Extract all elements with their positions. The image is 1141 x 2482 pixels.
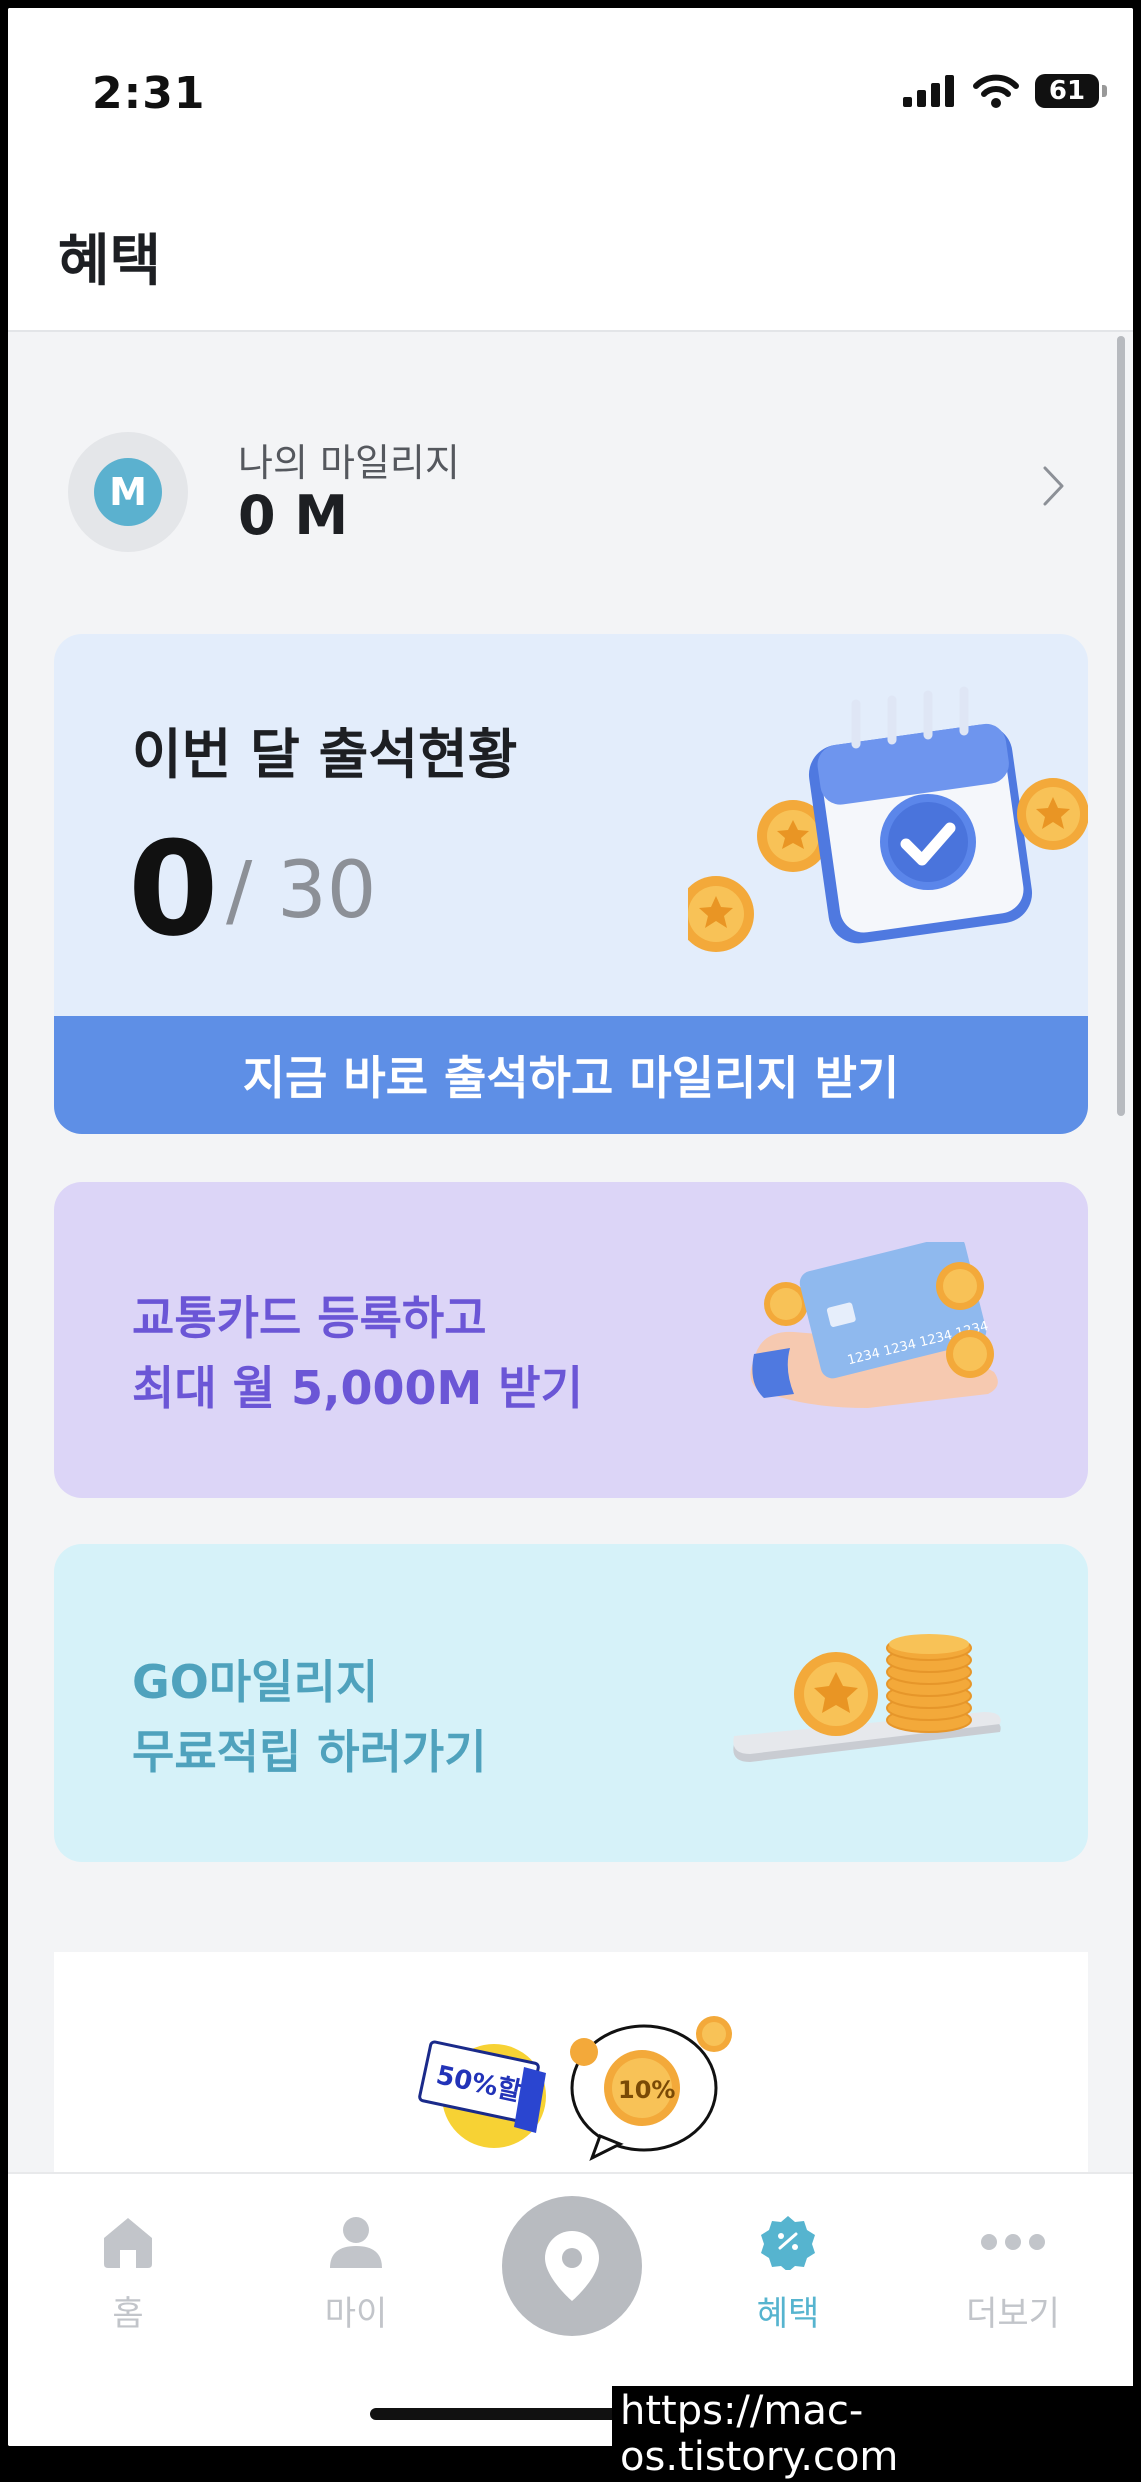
attendance-card[interactable]: 이번 달 출석현황 0 / 30 지금 바로 출석하고 마일리지 받기: [54, 634, 1088, 1134]
status-icons: 61: [903, 74, 1107, 108]
status-time: 2:31: [92, 68, 206, 119]
attendance-count: 0: [128, 813, 219, 965]
tab-my-label: 마이: [324, 2294, 388, 2334]
cellular-signal-icon: [903, 75, 954, 107]
transit-card-banner[interactable]: 교통카드 등록하고 최대 월 5,000M 받기 1234 1234 1234 …: [54, 1182, 1088, 1498]
transit-banner-line2: 최대 월 5,000M 받기: [132, 1361, 583, 1415]
coin-stack-phone-illustration: [733, 1634, 1001, 1762]
home-icon: [104, 2218, 152, 2268]
go-mileage-banner[interactable]: GO마일리지 무료적립 하러가기: [54, 1544, 1088, 1862]
my-mileage-row[interactable]: M 나의 마일리지 0 M: [58, 408, 1078, 568]
wifi-icon: [973, 74, 1019, 108]
tab-home[interactable]: 홈: [28, 2214, 228, 2335]
attend-now-button[interactable]: 지금 바로 출석하고 마일리지 받기: [54, 1016, 1088, 1134]
go-banner-line1: GO마일리지: [132, 1655, 379, 1709]
coupon-discount-illustration: 50%할인 10%: [418, 2016, 732, 2162]
battery-level: 61: [1048, 76, 1086, 106]
more-dots-icon: [981, 2234, 1045, 2250]
person-icon: [330, 2217, 382, 2268]
attendance-total: / 30: [226, 846, 377, 936]
scrollbar[interactable]: [1117, 336, 1125, 1116]
page-title: 혜택: [58, 229, 162, 294]
mileage-label: 나의 마일리지: [238, 441, 460, 485]
card-in-hand-illustration: 1234 1234 1234 1234: [750, 1242, 998, 1408]
mileage-avatar: M: [68, 432, 188, 552]
tab-more-label: 더보기: [966, 2294, 1060, 2334]
battery-icon: 61: [1035, 74, 1107, 108]
watermark-text: https://mac-os.tistory.com: [612, 2386, 1141, 2482]
page-header: 혜택: [8, 178, 1133, 332]
location-pin-icon: [545, 2231, 599, 2301]
transit-banner-line1: 교통카드 등록하고: [132, 1291, 487, 1345]
tab-location[interactable]: [502, 2196, 642, 2336]
tab-home-label: 홈: [112, 2294, 144, 2334]
coin-percent-text: 10%: [618, 2076, 675, 2104]
app-screen: 2:31 61 혜택 M 나의 마일리지 0 M 이번 달 출석현황 0 / 3…: [8, 8, 1133, 2446]
tab-benefit[interactable]: 혜택: [688, 2214, 888, 2335]
mileage-m-icon: M: [94, 458, 162, 526]
tab-benefit-label: 혜택: [756, 2294, 820, 2334]
go-banner-line2: 무료적립 하러가기: [132, 1725, 487, 1779]
tab-my[interactable]: 마이: [256, 2214, 456, 2335]
tab-more[interactable]: 더보기: [913, 2214, 1113, 2335]
mileage-value: 0 M: [238, 484, 349, 547]
benefit-badge-icon: [761, 2216, 815, 2272]
calendar-check-illustration: [688, 686, 1088, 952]
chevron-right-icon: [1043, 466, 1064, 506]
attendance-title: 이번 달 출석현황: [132, 723, 518, 786]
status-bar: 2:31 61: [8, 8, 1133, 178]
